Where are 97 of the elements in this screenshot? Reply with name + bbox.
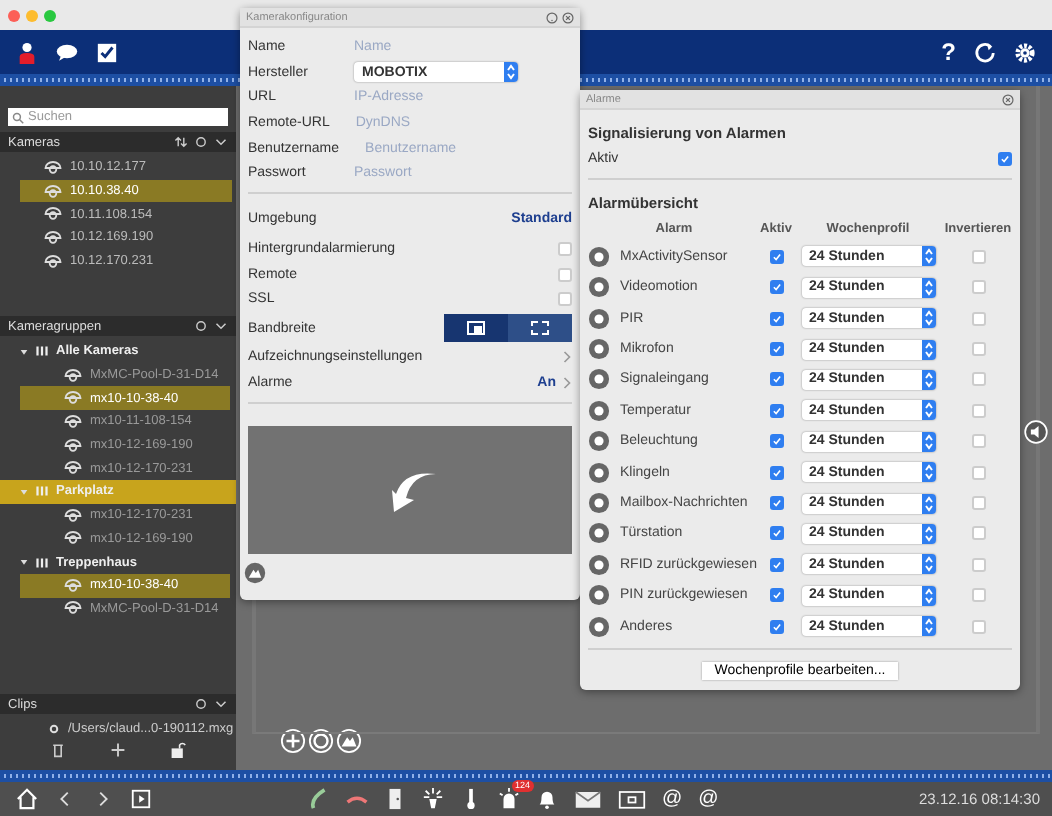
chevron-icon[interactable] (214, 136, 228, 148)
lock-icon[interactable] (170, 742, 186, 758)
trash-icon[interactable] (50, 742, 66, 758)
disclosure-icon[interactable] (20, 347, 28, 356)
checkbox[interactable] (558, 292, 572, 307)
checkbox[interactable] (971, 526, 985, 541)
help-button[interactable]: ? (941, 38, 956, 66)
disclosure-icon[interactable] (20, 558, 28, 567)
alarm-type-icon (588, 492, 610, 514)
bandwidth-option[interactable] (508, 314, 572, 343)
checkbox[interactable] (769, 403, 783, 418)
checkbox[interactable] (971, 434, 985, 449)
stepper-icon (921, 246, 935, 267)
bell-icon[interactable] (536, 788, 558, 810)
checkbox[interactable] (971, 619, 985, 634)
checkbox[interactable] (971, 249, 985, 264)
checkbox[interactable] (971, 311, 985, 326)
alarm-type-icon (588, 553, 610, 576)
alarm-type-icon (588, 368, 610, 391)
checkbox[interactable] (971, 342, 985, 357)
refresh-icon[interactable] (974, 41, 996, 63)
mail-icon[interactable] (574, 788, 602, 810)
stepper-icon (921, 369, 935, 390)
grid-icon (36, 557, 48, 568)
checkbox[interactable] (998, 151, 1012, 166)
fullscreen-icon (530, 320, 550, 337)
checkbox[interactable] (558, 267, 572, 282)
stepper-icon (921, 431, 935, 452)
checkbox[interactable] (769, 465, 783, 480)
bandwidth-option[interactable] (444, 314, 508, 343)
stepper-icon (921, 523, 935, 544)
checkbox[interactable] (769, 372, 783, 387)
person-icon[interactable] (16, 41, 38, 63)
grid-icon (36, 486, 48, 497)
alarm-type-icon (588, 307, 610, 330)
stepper-icon (921, 308, 935, 329)
checkbox[interactable] (971, 496, 985, 510)
stepper-icon (921, 554, 935, 575)
checkbox[interactable] (769, 342, 783, 357)
chevron-icon[interactable] (214, 698, 228, 710)
grid-icon (36, 346, 48, 357)
email-button[interactable]: @ (698, 788, 719, 810)
sort-icon[interactable] (174, 136, 188, 148)
checkbox[interactable] (971, 588, 985, 603)
light-icon[interactable] (422, 788, 444, 810)
checkbox[interactable] (558, 241, 572, 256)
stepper-icon (921, 277, 935, 298)
add-icon[interactable] (110, 742, 126, 758)
stepper-icon (921, 400, 935, 421)
close-icon[interactable] (1002, 93, 1014, 105)
alarm-type-icon (588, 276, 610, 299)
email-button[interactable]: @ (662, 788, 683, 810)
alarm-type-icon (588, 430, 610, 453)
alarm-type-icon (588, 584, 610, 607)
mountain-icon[interactable] (336, 728, 362, 754)
settings-icon[interactable] (1014, 41, 1036, 63)
stepper-icon (921, 339, 935, 360)
chevron-icon[interactable] (214, 320, 228, 332)
window-icon (466, 320, 486, 337)
checkbox[interactable] (769, 588, 783, 603)
checkbox[interactable] (971, 465, 985, 480)
search-icon (12, 111, 24, 123)
siren-icon[interactable] (498, 788, 520, 810)
stepper-icon (921, 585, 935, 606)
checkbox[interactable] (769, 249, 783, 264)
home-icon[interactable] (16, 788, 38, 810)
stepper-icon (921, 616, 935, 637)
alarm-type-icon (588, 522, 610, 545)
alarm-type-icon (588, 338, 610, 361)
checkbox[interactable] (769, 619, 783, 634)
door-icon[interactable] (384, 788, 406, 810)
alarm-type-icon (588, 615, 610, 638)
speaker-icon[interactable] (1024, 420, 1048, 444)
checkbox[interactable] (769, 557, 783, 572)
mountain-icon[interactable] (244, 561, 266, 584)
alarm-type-icon (588, 399, 610, 422)
checkbox[interactable] (971, 372, 985, 387)
speech-bubble-icon[interactable] (56, 41, 78, 63)
alarm-type-icon (588, 245, 610, 268)
close-icon[interactable] (562, 11, 574, 23)
checkbox[interactable] (769, 526, 783, 541)
close-button[interactable] (8, 9, 20, 21)
checkbox[interactable] (769, 496, 783, 510)
checkbox[interactable] (971, 280, 985, 295)
checkbox[interactable] (971, 403, 985, 418)
phone-icon[interactable] (308, 788, 330, 810)
checkbox[interactable] (769, 434, 783, 449)
checkbox[interactable] (971, 557, 985, 572)
stepper-icon (504, 62, 518, 83)
checkbox-icon[interactable] (96, 41, 118, 63)
stepper-icon (921, 493, 935, 513)
circle-icon[interactable] (308, 728, 334, 754)
alarm-type-icon (588, 461, 610, 484)
checkbox[interactable] (769, 280, 783, 295)
play-icon[interactable] (130, 788, 152, 810)
checkbox[interactable] (769, 311, 783, 326)
stepper-icon (921, 462, 935, 483)
